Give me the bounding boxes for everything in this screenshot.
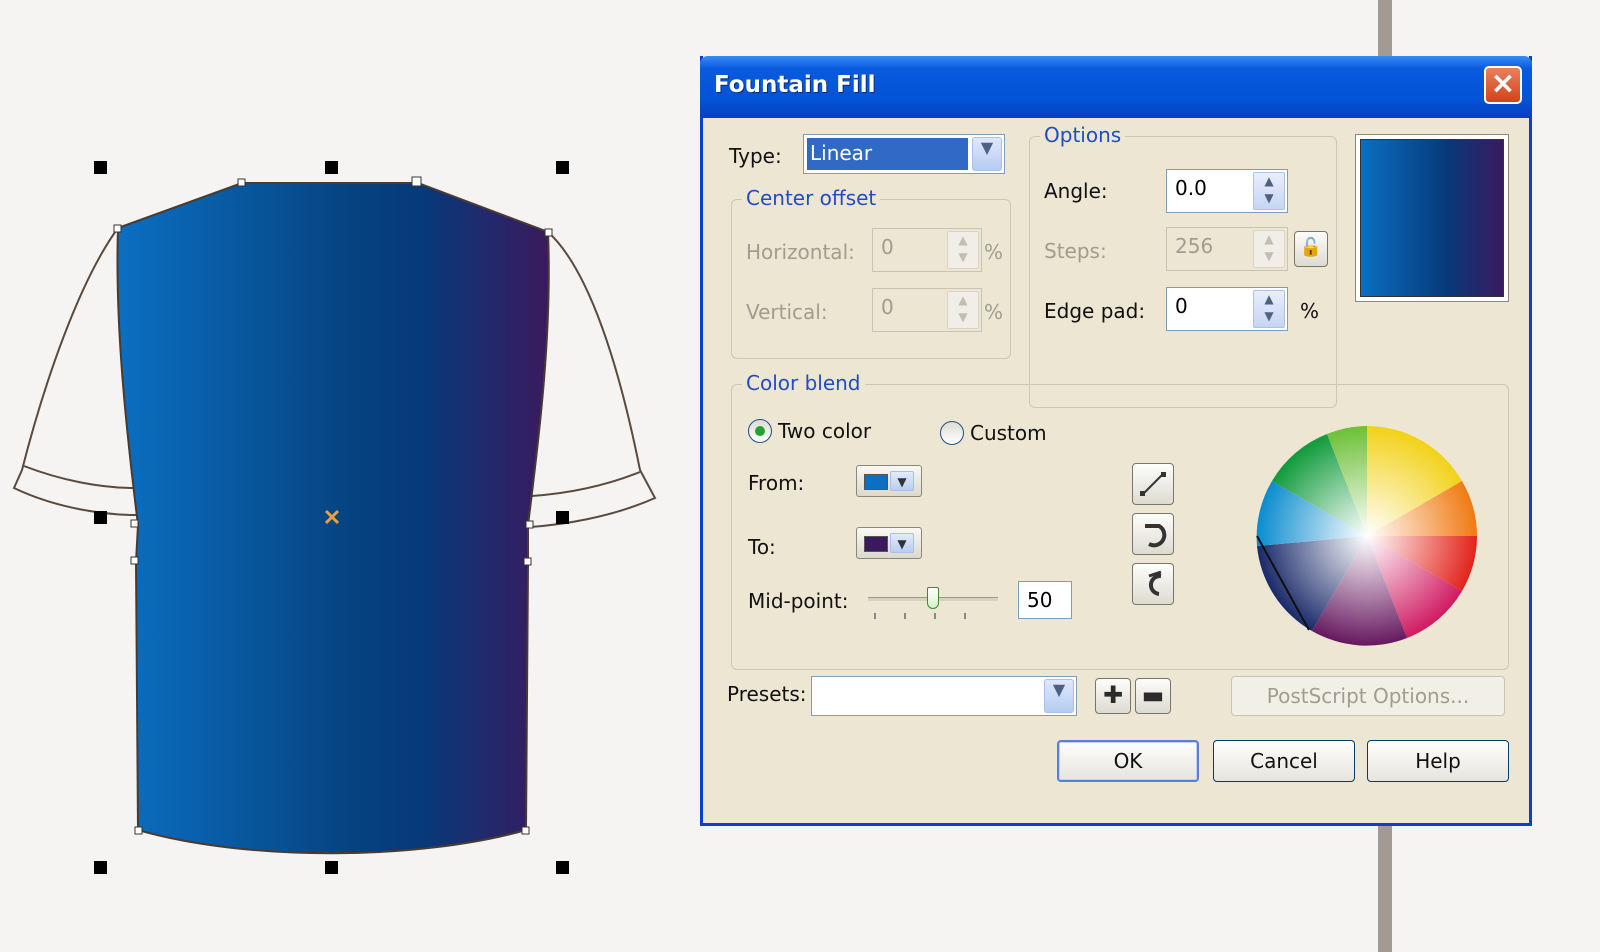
center-offset-title: Center offset (742, 186, 881, 210)
direct-blend-button[interactable] (1132, 463, 1174, 505)
clockwise-blend-button[interactable] (1132, 513, 1174, 555)
to-color-swatch (864, 536, 888, 552)
to-label: To: (748, 535, 776, 559)
close-button[interactable]: × (1484, 66, 1522, 104)
left-cuff-line (23, 465, 135, 489)
cancel-button[interactable]: Cancel (1213, 740, 1355, 782)
clockwise-blend-icon (1145, 524, 1167, 548)
add-preset-icon: ✚ (1102, 681, 1124, 709)
horizontal-value: 0 (881, 235, 894, 259)
midpoint-input[interactable]: 50 (1018, 581, 1072, 619)
close-icon: × (1490, 66, 1516, 101)
spinner-arrows-icon[interactable]: ▲ ▼ (947, 231, 979, 269)
spinner-arrows-icon[interactable]: ▲ ▼ (1253, 172, 1285, 210)
custom-radio[interactable] (940, 421, 964, 445)
presets-label: Presets: (727, 682, 807, 706)
vertical-unit: % (984, 300, 1004, 324)
steps-label: Steps: (1044, 239, 1107, 263)
midpoint-label: Mid-point: (748, 589, 849, 613)
from-label: From: (748, 471, 805, 495)
horizontal-spinner[interactable]: 0 ▲ ▼ (872, 228, 982, 272)
dialog-title: Fountain Fill (714, 72, 876, 98)
color-wheel[interactable] (1252, 421, 1482, 651)
from-color-picker[interactable]: ▼ (856, 465, 922, 497)
angle-spinner[interactable]: 0.0 ▲ ▼ (1166, 169, 1288, 213)
counterclockwise-blend-button[interactable] (1132, 563, 1174, 605)
steps-value: 256 (1175, 234, 1214, 258)
angle-label: Angle: (1044, 179, 1108, 203)
options-group: Options Angle: 0.0 ▲ ▼ Steps: 256 ▲ ▼ 🔓 Ed… (1029, 123, 1337, 408)
lock-icon: 🔓 (1299, 237, 1323, 258)
type-select[interactable]: Linear ▼ (803, 134, 1005, 174)
edge-pad-unit: % (1300, 299, 1320, 323)
horizontal-unit: % (984, 240, 1004, 264)
angle-value: 0.0 (1175, 176, 1207, 200)
type-select-value: Linear (807, 138, 968, 170)
from-color-swatch (864, 474, 888, 490)
presets-value (815, 680, 1040, 712)
edge-pad-spinner[interactable]: 0 ▲ ▼ (1166, 287, 1288, 331)
chevron-down-icon: ▼ (890, 533, 914, 553)
help-button[interactable]: Help (1367, 740, 1509, 782)
spinner-arrows-icon[interactable]: ▲ ▼ (947, 291, 979, 329)
options-title: Options (1040, 123, 1126, 147)
gradient-preview (1355, 134, 1509, 302)
direct-blend-icon (1140, 472, 1166, 496)
remove-preset-icon: ▬ (1141, 681, 1165, 709)
custom-label: Custom (970, 421, 1047, 445)
edge-pad-value: 0 (1175, 294, 1188, 318)
center-offset-group: Center offset Horizontal: 0 ▲ ▼ % Vertica… (731, 186, 1011, 359)
vertical-label: Vertical: (746, 300, 828, 324)
color-blend-title: Color blend (742, 371, 865, 395)
lock-steps-button[interactable]: 🔓 (1294, 231, 1328, 267)
chevron-down-icon[interactable]: ▼ (1044, 679, 1074, 713)
slider-ticks (874, 613, 994, 619)
vertical-value: 0 (881, 295, 894, 319)
postscript-options-button[interactable]: PostScript Options... (1231, 676, 1505, 716)
slider-thumb[interactable] (927, 587, 939, 609)
add-preset-button[interactable]: ✚ (1095, 678, 1131, 714)
horizontal-label: Horizontal: (746, 240, 855, 264)
midpoint-slider[interactable] (868, 587, 998, 627)
presets-select[interactable]: ▼ (811, 676, 1077, 716)
to-color-picker[interactable]: ▼ (856, 527, 922, 559)
fountain-fill-dialog: Fountain Fill × Type: Linear ▼ Center of… (700, 56, 1532, 826)
ok-button[interactable]: OK (1057, 740, 1199, 782)
spinner-arrows-icon[interactable]: ▲ ▼ (1253, 230, 1285, 268)
color-blend-group: Color blend Two color Custom From: ▼ To:… (731, 371, 1509, 670)
two-color-label: Two color (778, 419, 872, 443)
steps-spinner[interactable]: 256 ▲ ▼ (1166, 227, 1288, 271)
remove-preset-button[interactable]: ▬ (1135, 678, 1171, 714)
counterclockwise-blend-icon (1148, 570, 1162, 596)
shirt-drawing[interactable] (0, 0, 700, 952)
gradient-preview-swatch (1360, 139, 1504, 297)
title-bar[interactable]: Fountain Fill × (700, 56, 1532, 118)
chevron-down-icon[interactable]: ▼ (972, 137, 1002, 171)
right-cuff-line (531, 471, 641, 497)
two-color-radio[interactable] (748, 419, 772, 443)
spinner-arrows-icon[interactable]: ▲ ▼ (1253, 290, 1285, 328)
edge-pad-label: Edge pad: (1044, 299, 1146, 323)
vertical-spinner[interactable]: 0 ▲ ▼ (872, 288, 982, 332)
chevron-down-icon: ▼ (890, 471, 914, 491)
type-label: Type: (729, 144, 782, 168)
